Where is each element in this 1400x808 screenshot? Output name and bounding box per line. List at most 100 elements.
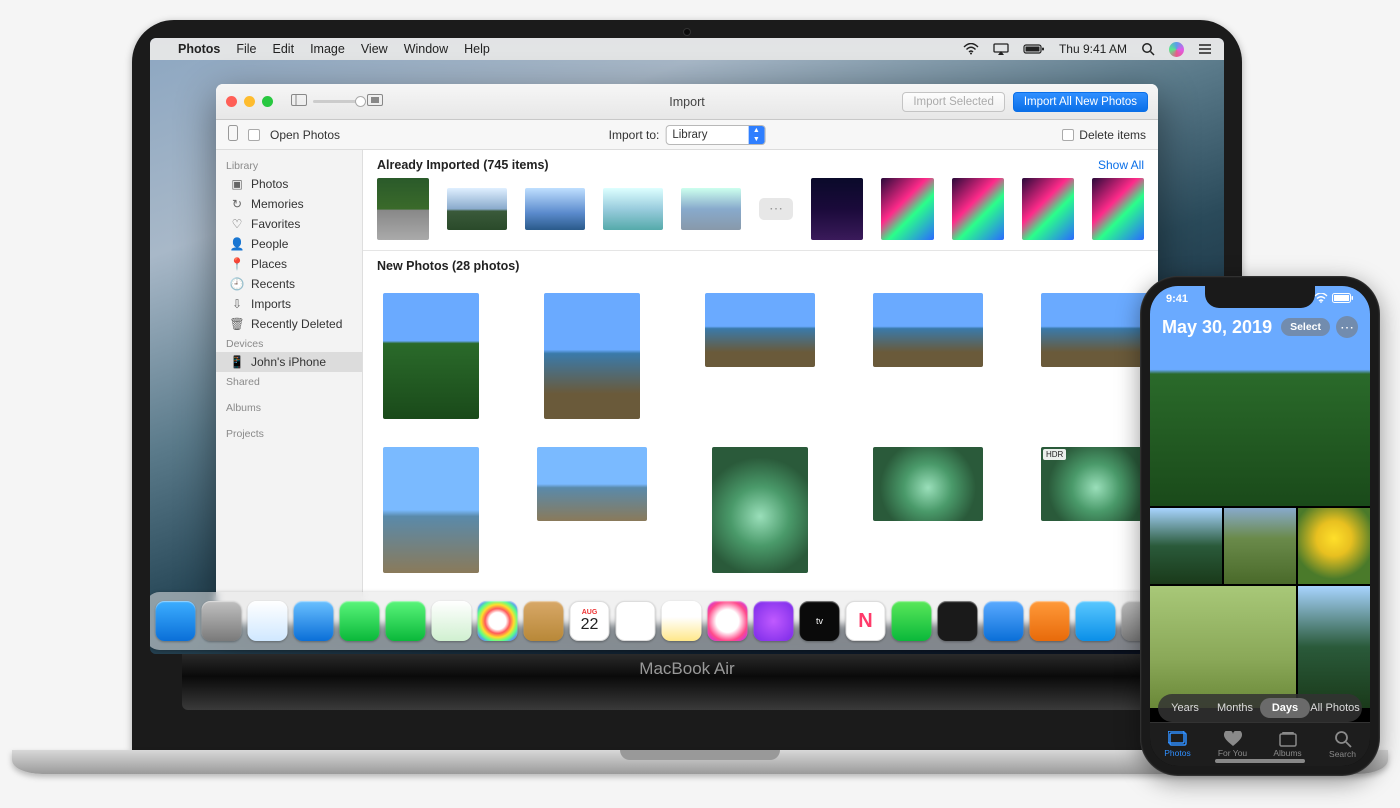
dock-podcasts-icon[interactable] [754,601,794,641]
dock-reminders-icon[interactable] [616,601,656,641]
ios-home-indicator[interactable] [1215,759,1305,763]
photos-icon: ▣ [230,177,244,191]
pin-icon: 📍 [230,257,244,271]
sidebar-item-memories[interactable]: ↻Memories [216,194,362,214]
thumbnail[interactable] [603,188,663,230]
dock-messages-icon[interactable] [340,601,380,641]
dock-music-icon[interactable] [708,601,748,641]
import-all-new-button[interactable]: Import All New Photos [1013,92,1148,112]
import-selected-button[interactable]: Import Selected [902,92,1005,112]
menubar-item-window[interactable]: Window [404,42,448,56]
seg-days[interactable]: Days [1260,698,1310,718]
thumbnail[interactable] [881,178,933,240]
thumbnail[interactable] [1041,293,1151,367]
siri-icon[interactable] [1169,42,1184,57]
ios-photo-tile[interactable] [1298,586,1370,708]
thumbnail[interactable] [447,188,507,230]
sidebar-header-shared[interactable]: Shared [216,372,362,390]
dock-pages-icon[interactable] [1030,601,1070,641]
sidebar-item-favorites[interactable]: ♡Favorites [216,214,362,234]
battery-icon[interactable] [1023,43,1045,55]
menubar-item-view[interactable]: View [361,42,388,56]
ios-photo-tile[interactable] [1150,508,1222,584]
dock-news-icon[interactable]: N [846,601,886,641]
dock-launchpad-icon[interactable] [202,601,242,641]
tab-search[interactable]: Search [1315,723,1370,766]
delete-items-checkbox[interactable] [1062,129,1074,141]
spotlight-icon[interactable] [1141,42,1155,56]
notification-center-icon[interactable] [1198,43,1212,55]
thumbnail[interactable]: HDR [1041,447,1151,521]
thumbnail[interactable] [1022,178,1074,240]
sidebar-item-places[interactable]: 📍Places [216,254,362,274]
seg-all[interactable]: All Photos [1310,698,1360,718]
dock-photos-icon[interactable] [478,601,518,641]
dock-facetime-icon[interactable] [386,601,426,641]
zoom-button[interactable] [262,96,273,107]
dock-keynote-icon[interactable] [984,601,1024,641]
thumbnail[interactable] [377,178,429,240]
airplay-icon[interactable] [993,43,1009,55]
thumbnail[interactable] [811,178,863,240]
sidebar-item-recents[interactable]: 🕘Recents [216,274,362,294]
open-photos-checkbox[interactable] [248,129,260,141]
thumbnail[interactable] [537,447,647,521]
thumbnail[interactable] [1092,178,1144,240]
ios-photo-tile[interactable] [1298,508,1370,584]
thumbnail[interactable] [705,293,815,367]
sidebar-header-projects[interactable]: Projects [216,424,362,442]
ios-photo-tile[interactable] [1224,508,1296,584]
close-button[interactable] [226,96,237,107]
dock-mail-icon[interactable] [294,601,334,641]
menubar-item-edit[interactable]: Edit [273,42,295,56]
thumbnail[interactable] [712,447,808,573]
thumbnail[interactable] [383,447,479,573]
dock-appstore-icon[interactable] [1076,601,1116,641]
menubar-item-image[interactable]: Image [310,42,345,56]
dock-calendar-icon[interactable]: AUG22 [570,601,610,641]
tab-photos[interactable]: Photos [1150,723,1205,766]
thumbnail[interactable] [873,293,983,367]
aspect-toggle-icon[interactable] [367,94,383,109]
thumbnail[interactable] [873,447,983,521]
thumbnail[interactable] [544,293,640,419]
ios-view-segmented[interactable]: Years Months Days All Photos [1158,694,1362,722]
thumbnail[interactable] [525,188,585,230]
wifi-icon[interactable] [963,43,979,55]
dock-safari-icon[interactable] [248,601,288,641]
show-all-link[interactable]: Show All [1098,158,1144,172]
ios-select-button[interactable]: Select [1281,318,1330,336]
dock-finder-icon[interactable] [156,601,196,641]
menubar-app-name[interactable]: Photos [178,42,220,56]
minimize-button[interactable] [244,96,255,107]
dock-notes-icon[interactable] [662,601,702,641]
menubar-item-help[interactable]: Help [464,42,490,56]
dock-numbers-icon[interactable] [892,601,932,641]
sidebar-item-photos[interactable]: ▣Photos [216,174,362,194]
albums-tab-icon [1279,731,1297,747]
seg-years[interactable]: Years [1160,698,1210,718]
thumbnail-zoom-slider[interactable] [313,100,361,103]
thumbnail[interactable] [952,178,1004,240]
delete-items-label: Delete items [1079,128,1146,142]
dock-contacts-icon[interactable] [524,601,564,641]
sidebar-header-albums[interactable]: Albums [216,398,362,416]
dock-stocks-icon[interactable] [938,601,978,641]
thumbnail[interactable] [681,188,741,230]
import-to-select[interactable]: Library ▲▼ [665,125,765,145]
sidebar-toggle-icon[interactable] [291,94,307,109]
desktop: Import Import Selected Import All New Ph… [150,60,1224,654]
ios-photo-tile[interactable] [1150,586,1296,708]
menubar-item-file[interactable]: File [236,42,256,56]
dock-tv-icon[interactable]: tv [800,601,840,641]
sidebar-item-imports[interactable]: ⇩Imports [216,294,362,314]
sidebar-item-device[interactable]: 📱John's iPhone [216,352,362,372]
seg-months[interactable]: Months [1210,698,1260,718]
sidebar-item-recently-deleted[interactable]: 🗑Recently Deleted [216,314,362,334]
more-thumbnails-button[interactable]: ⋯ [759,198,794,220]
dock-maps-icon[interactable] [432,601,472,641]
sidebar-item-people[interactable]: 👤People [216,234,362,254]
thumbnail[interactable] [383,293,479,419]
ios-more-button[interactable]: ⋯ [1336,316,1358,338]
menubar-clock[interactable]: Thu 9:41 AM [1059,42,1127,56]
